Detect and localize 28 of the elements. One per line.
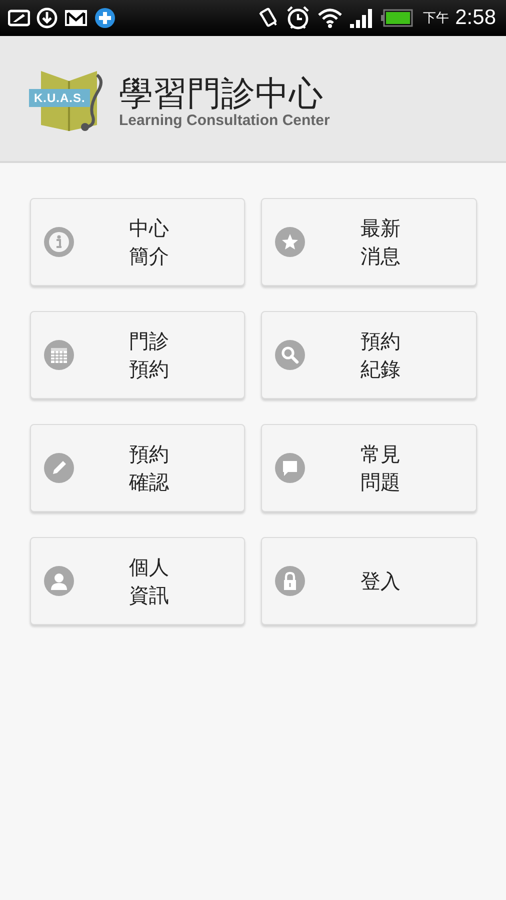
clock-time: 2:58 [455,6,496,30]
mail-icon [64,9,88,27]
menu-button[interactable]: 預約 紀錄 [261,311,477,399]
menu-button[interactable]: 中心 簡介 [30,198,245,286]
menu-button[interactable]: 登入 [261,537,477,625]
wifi-icon [317,7,344,29]
alarm-icon [285,5,312,31]
chat-bubble-icon [275,453,305,483]
menu-button[interactable]: 常見 問題 [261,424,477,512]
vibrate-icon [257,7,280,29]
lock-icon [275,566,305,596]
menu-button[interactable]: 最新 消息 [261,198,477,286]
search-icon [275,340,305,370]
menu-button[interactable]: 個人 資訊 [30,537,245,625]
logo-label: K.U.A.S. [29,88,90,106]
pencil-icon [44,453,74,483]
app-subtitle: Learning Consultation Center [119,112,330,129]
person-icon [44,566,74,596]
plus-icon [94,7,116,29]
battery-icon [381,9,414,27]
info-icon [44,227,74,257]
image-notification-icon [8,9,30,27]
calendar-icon [44,340,74,370]
time-period: 下午 [423,10,450,27]
menu-button[interactable]: 預約 確認 [30,424,245,512]
download-icon [36,7,58,29]
app-title: 學習門診中心 [119,74,324,114]
menu-button[interactable]: 門診 預約 [30,311,245,399]
